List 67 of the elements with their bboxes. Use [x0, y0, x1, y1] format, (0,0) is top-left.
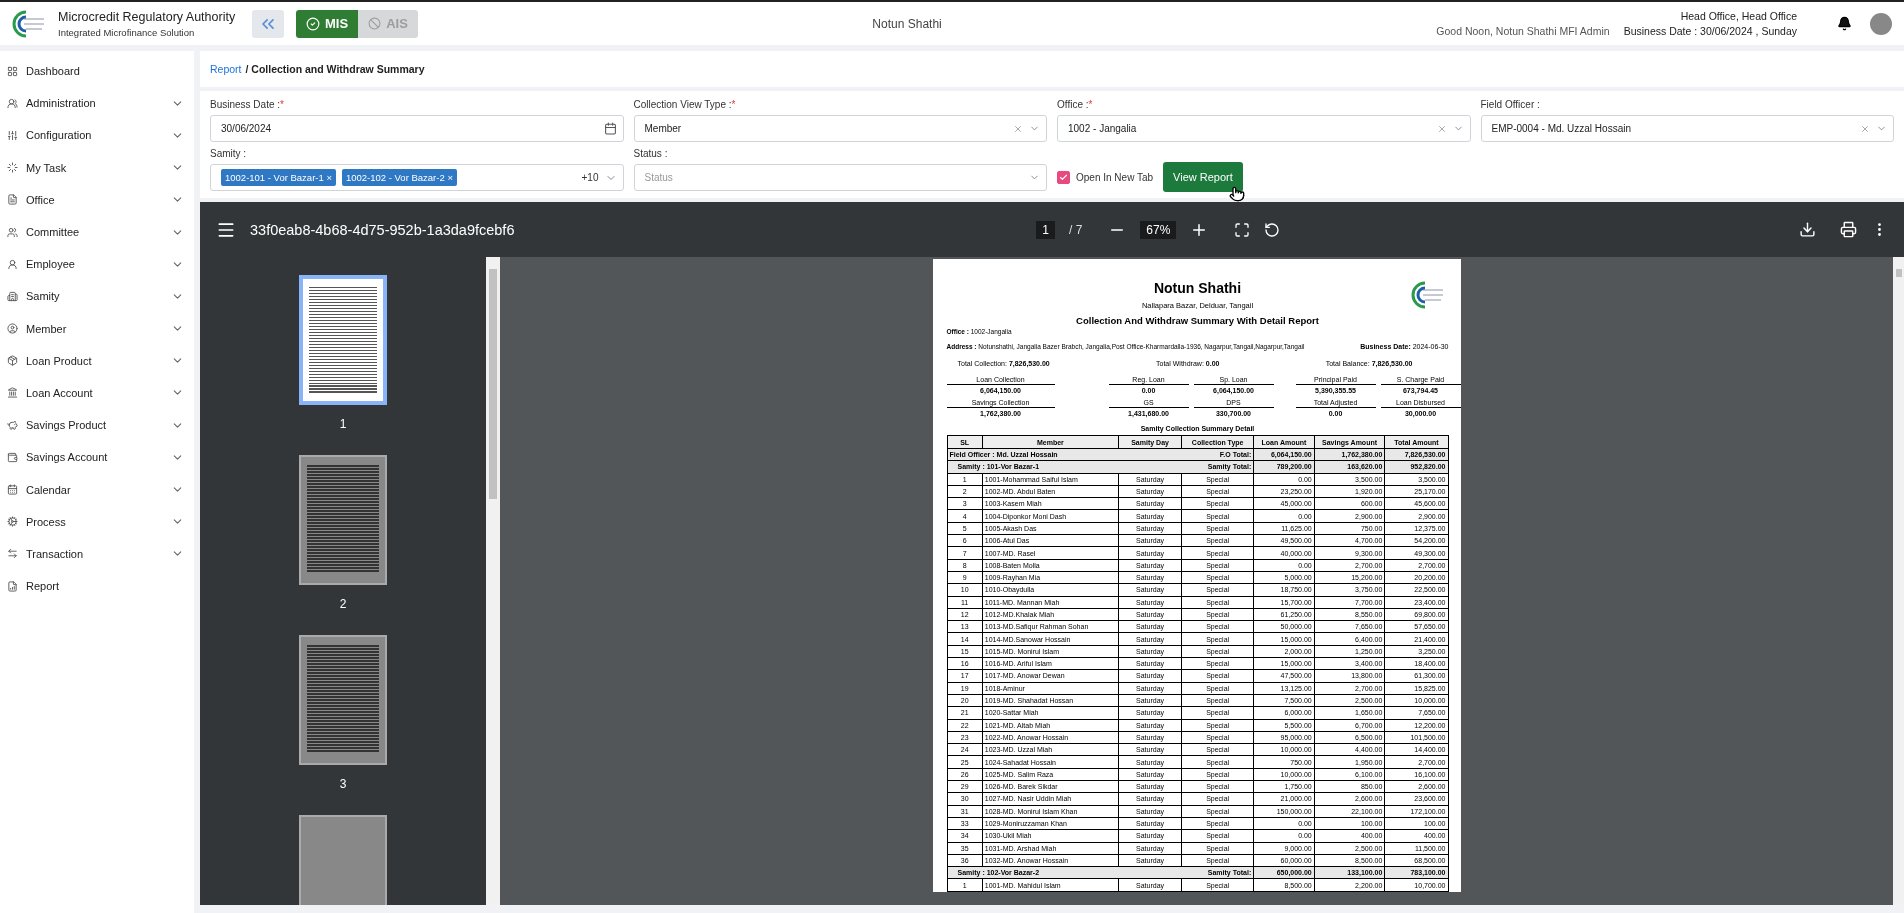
page-number: 3 — [339, 777, 347, 791]
field-label: Samity : — [210, 148, 248, 159]
file-name: 33f0eab8-4b68-4d75-952b-1a3da9fcebf6 — [250, 221, 516, 238]
sidebar-item[interactable]: Loan Product — [0, 344, 194, 377]
check-icon — [306, 16, 320, 31]
print-icon[interactable] — [1840, 221, 1857, 238]
calendar-icon — [603, 122, 617, 135]
sidebar-item[interactable]: Office — [0, 183, 194, 216]
fit-page-icon[interactable] — [1234, 221, 1251, 238]
rotate-icon[interactable] — [1264, 221, 1281, 238]
avatar[interactable] — [1870, 12, 1892, 35]
sidebar-item[interactable]: Committee — [0, 215, 194, 249]
sidebar-item[interactable]: Configuration — [0, 119, 194, 152]
sidebar-item[interactable]: Report — [0, 570, 194, 603]
sidebar-item[interactable]: Savings Account — [0, 441, 194, 474]
report-title: Notun Shathi — [1153, 280, 1242, 296]
sidebar-item[interactable]: Savings Product — [0, 409, 194, 442]
sidebar-item[interactable]: Employee — [0, 248, 194, 281]
select-field[interactable]: EMP-0004 - Md. Uzzal Hossain — [1480, 115, 1894, 142]
greeting: Good Noon, Notun Shathi MFI Admin — [1436, 25, 1610, 37]
field-label: Office :* — [1057, 99, 1094, 110]
field-label: Status : — [633, 148, 669, 159]
tag-chip[interactable]: 1002-102 - Vor Bazar-2 × — [341, 169, 457, 186]
app-title: Microcredit Regulatory Authority — [58, 9, 236, 24]
sidebar-item[interactable]: Process — [0, 505, 194, 538]
more-count: +10 — [581, 172, 599, 183]
breadcrumb-current: / Collection and Withdraw Summary — [245, 63, 425, 75]
sidebar-item[interactable]: Samity — [0, 280, 194, 313]
page-thumbnail[interactable] — [299, 455, 387, 585]
office-name: Head Office, Head Office — [1680, 10, 1797, 22]
notification-icon[interactable] — [1837, 16, 1852, 31]
report-heading: Collection And Withdraw Summary With Detail Report — [1075, 315, 1320, 326]
sidebar-item[interactable]: Administration — [0, 87, 194, 120]
page-input[interactable]: 1 — [1036, 220, 1055, 239]
select-field[interactable]: Member — [633, 115, 1047, 142]
page-thumbnail[interactable] — [299, 275, 387, 405]
sidebar-item[interactable]: Calendar — [0, 473, 194, 506]
field-label: Collection View Type :* — [633, 99, 737, 110]
collapse-button[interactable] — [252, 9, 284, 38]
scrollbar-thumb[interactable] — [1895, 269, 1902, 277]
page-thumbnail[interactable] — [299, 635, 387, 765]
app-subtitle: Integrated Microfinance Solution — [58, 26, 196, 38]
sidebar-item[interactable]: Loan Account — [0, 376, 194, 410]
page-count: / 7 — [1069, 222, 1083, 237]
checkbox-label[interactable]: Open In New Tab — [1057, 170, 1154, 184]
ban-icon — [368, 17, 382, 30]
date-field[interactable]: 30/06/2024 — [210, 115, 624, 142]
download-icon[interactable] — [1799, 221, 1816, 238]
check-icon — [1059, 172, 1068, 182]
breadcrumb-link[interactable]: Report — [210, 63, 242, 75]
business-date: Business Date : 30/06/2024 , Sunday — [1623, 25, 1797, 37]
page-number: 2 — [339, 597, 347, 611]
field-label: Business Date :* — [210, 99, 285, 110]
sidebar-item[interactable]: Transaction — [0, 537, 194, 570]
select-field[interactable]: 1002 - Jangalia — [1057, 115, 1471, 142]
multi-select-field[interactable]: 1002-101 - Vor Bazar-1 × 1002-102 - Vor Bazar-2 × +10 — [210, 164, 624, 191]
organization-name: Notun Shathi — [872, 16, 942, 31]
tag-chip[interactable]: 1002-101 - Vor Bazar-1 × — [221, 169, 336, 186]
scrollbar-thumb[interactable] — [489, 269, 497, 499]
checkbox[interactable] — [1057, 170, 1070, 184]
sidebar-item[interactable]: Member — [0, 312, 194, 345]
sidebar-item[interactable]: Dashboard — [0, 55, 194, 88]
page-number: 1 — [339, 417, 347, 431]
sidebar-item[interactable]: My Task — [0, 151, 194, 184]
mode-toggle[interactable]: MIS — [296, 9, 359, 38]
zoom-input[interactable]: 67% — [1140, 220, 1177, 239]
field-label: Field Officer : — [1480, 99, 1541, 110]
